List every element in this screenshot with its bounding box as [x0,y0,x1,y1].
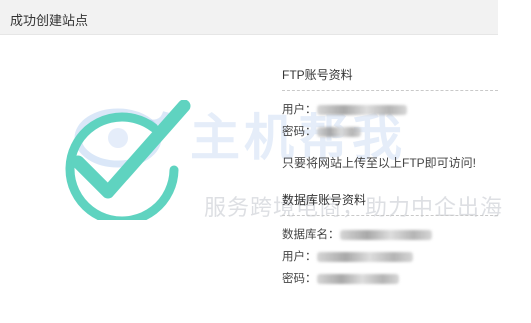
dialog-header: 成功创建站点 [0,0,498,35]
db-user-row: 用户： [282,246,498,268]
ftp-user-label: 用户： [282,104,317,116]
ftp-password-label: 密码： [282,126,317,138]
database-section-title: 数据库账号资料 [282,185,498,216]
dialog-title: 成功创建站点 [10,13,89,28]
db-name-value-redacted [339,229,432,240]
db-user-value-redacted [316,251,413,262]
ftp-section-title: FTP账号资料 [282,60,498,91]
check-circle-icon [65,100,191,220]
db-name-row: 数据库名： [282,224,498,246]
account-info: FTP账号资料 用户： 密码： 只要将网站上传至以上FTP即可访问! 数据库账号… [282,60,498,290]
db-password-value-redacted [316,273,399,284]
ftp-user-value-redacted [316,104,407,115]
ftp-password-row: 密码： [282,121,498,143]
db-user-label: 用户： [282,251,317,263]
ftp-user-row: 用户： [282,99,498,121]
ftp-password-value-redacted [316,126,361,137]
upload-notice: 只要将网站上传至以上FTP即可访问! [282,156,476,170]
db-password-label: 密码： [282,273,317,285]
db-name-label: 数据库名： [282,229,340,241]
db-password-row: 密码： [282,268,498,290]
